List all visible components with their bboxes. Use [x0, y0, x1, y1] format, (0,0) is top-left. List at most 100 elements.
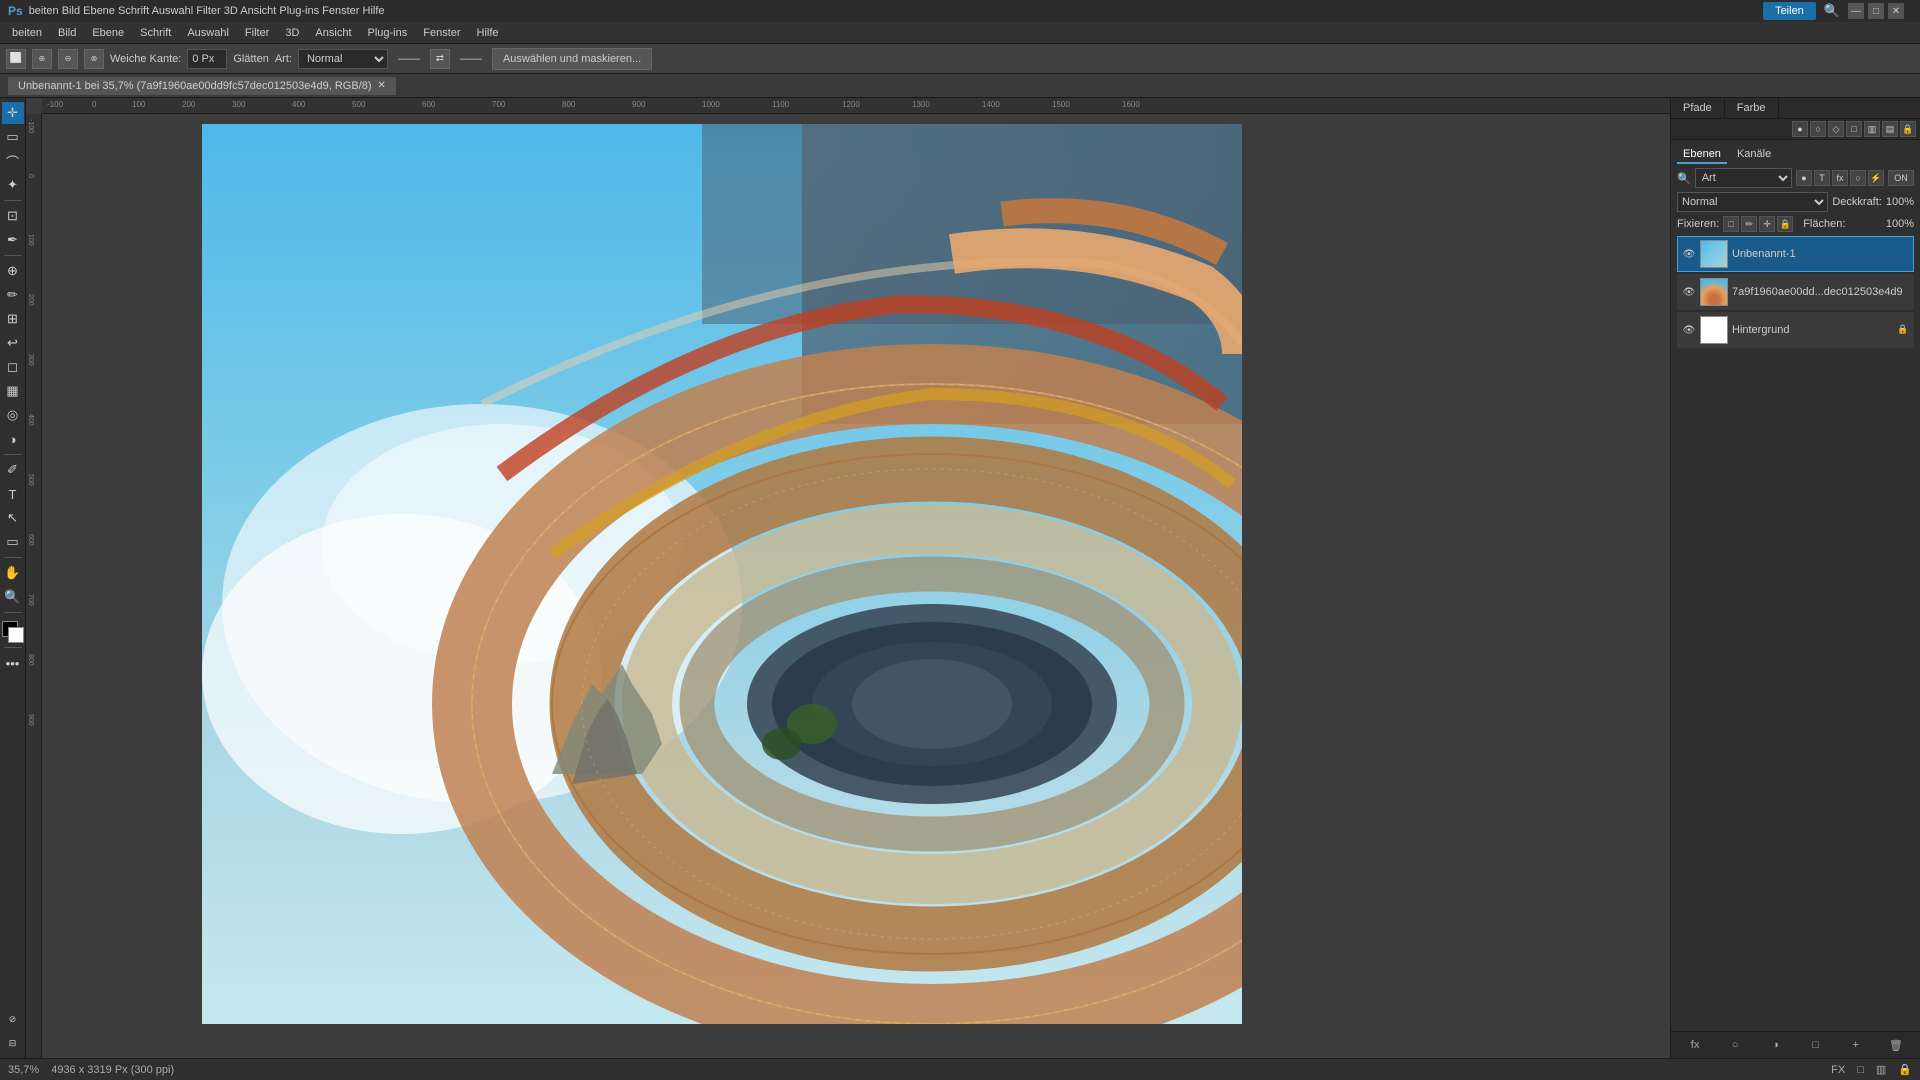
lock-position-icon[interactable]: ✛ — [1759, 216, 1775, 232]
menu-plugins[interactable]: Plug-ins — [360, 25, 416, 41]
search-icon[interactable]: 🔍 — [1824, 3, 1840, 19]
lock-row: Fixieren: □ ✏ ✛ 🔒 Flächen: 100% — [1677, 216, 1914, 232]
panel-icon-mask[interactable]: ▤ — [1882, 121, 1898, 137]
topbar-right: Teilen 🔍 — □ ✕ — [1763, 2, 1912, 20]
menu-3d[interactable]: 3D — [277, 25, 307, 41]
tool-text[interactable]: T — [2, 483, 24, 505]
close-button[interactable]: ✕ — [1888, 3, 1904, 19]
menu-filter[interactable]: Filter — [237, 25, 277, 41]
panel-icon-square[interactable]: □ — [1846, 121, 1862, 137]
status-icon-fx[interactable]: FX — [1831, 1064, 1845, 1076]
menu-auswahl[interactable]: Auswahl — [179, 25, 237, 41]
share-button[interactable]: Teilen — [1763, 2, 1816, 20]
filter-icon-2[interactable]: T — [1814, 170, 1830, 186]
tool-more[interactable]: ••• — [2, 652, 24, 674]
panel-icon-circle-filled[interactable]: ● — [1792, 121, 1808, 137]
tool-select-rect[interactable]: ▭ — [2, 126, 24, 148]
tab-kanaele[interactable]: Kanäle — [1731, 146, 1777, 164]
filter-icon-5[interactable]: ⚡ — [1868, 170, 1884, 186]
maximize-button[interactable]: □ — [1868, 3, 1884, 19]
tool-move[interactable]: ✛ — [2, 102, 24, 124]
layer-adjustment-button[interactable]: ◑ — [1766, 1036, 1784, 1054]
layer-mask-button[interactable]: ○ — [1726, 1036, 1744, 1054]
canvas-svg — [202, 124, 1242, 1024]
layer-visibility-1[interactable]: 👁 — [1682, 285, 1696, 299]
select-mask-button[interactable]: Auswählen und maskieren... — [492, 48, 652, 70]
tool-eyedropper[interactable]: ✒ — [2, 229, 24, 251]
layer-item-1[interactable]: 👁 7a9f1960ae00dd...dec012503e4d9 — [1677, 274, 1914, 310]
tab-farbe[interactable]: Farbe — [1725, 98, 1779, 118]
tool-clone[interactable]: ⊞ — [2, 308, 24, 330]
feather-input[interactable] — [187, 49, 227, 69]
tool-blur[interactable]: ◎ — [2, 404, 24, 426]
art-select[interactable]: Normal Fest Vom Mittelpunkt — [298, 49, 388, 69]
tool-quickmask[interactable]: ⊘ — [2, 1008, 24, 1030]
tool-heal[interactable]: ⊕ — [2, 260, 24, 282]
status-icon-layer[interactable]: ▥ — [1876, 1063, 1886, 1076]
opacity-label: Deckkraft: — [1832, 196, 1882, 208]
menu-hilfe[interactable]: Hilfe — [469, 25, 507, 41]
layer-visibility-2[interactable]: 👁 — [1682, 323, 1696, 337]
lock-all-icon[interactable]: 🔒 — [1777, 216, 1793, 232]
glatter-label: Glätten — [233, 53, 268, 65]
tab-pfade[interactable]: Pfade — [1671, 98, 1725, 118]
menu-ebene[interactable]: Ebene — [84, 25, 132, 41]
tool-shape[interactable]: ▭ — [2, 531, 24, 553]
filter-toggle[interactable]: ON — [1888, 170, 1914, 186]
layer-item-2[interactable]: 👁 Hintergrund 🔒 — [1677, 312, 1914, 348]
tool-dodge[interactable]: ◑ — [2, 428, 24, 450]
layers-filter-row: 🔍 Art ● T fx ○ ⚡ ON — [1677, 168, 1914, 188]
tool-hand[interactable]: ✋ — [2, 562, 24, 584]
tab-close-icon[interactable]: ✕ — [378, 80, 386, 91]
tool-crop[interactable]: ⊡ — [2, 205, 24, 227]
menu-fenster[interactable]: Fenster — [415, 25, 468, 41]
tool-eraser[interactable]: ◻ — [2, 356, 24, 378]
tool-brush[interactable]: ✏ — [2, 284, 24, 306]
app-title: Ps beiten Bild Ebene Schrift Auswahl Fil… — [8, 4, 385, 18]
filter-icon-4[interactable]: ○ — [1850, 170, 1866, 186]
panel-icon-circle[interactable]: ○ — [1810, 121, 1826, 137]
menu-bearbeiten[interactable]: beiten — [4, 25, 50, 41]
tab-ebenen[interactable]: Ebenen — [1677, 146, 1727, 164]
filter-icon-1[interactable]: ● — [1796, 170, 1812, 186]
tool-zoom[interactable]: 🔍 — [2, 586, 24, 608]
tool-quick-select[interactable]: ✦ — [2, 174, 24, 196]
blend-mode-select[interactable]: Normal Auflösen Abdunkeln Multiplizieren — [1677, 192, 1828, 212]
tool-pen[interactable]: ✐ — [2, 459, 24, 481]
document-tab[interactable]: Unbenannt-1 bei 35,7% (7a9f1960ae00dd9fc… — [8, 77, 396, 95]
menubar: beiten Bild Ebene Schrift Auswahl Filter… — [0, 22, 1920, 44]
background-color[interactable] — [8, 627, 24, 643]
toolbar-separator-2 — [4, 255, 22, 256]
panel-icon-diamond[interactable]: ◇ — [1828, 121, 1844, 137]
minimize-button[interactable]: — — [1848, 3, 1864, 19]
tool-path-select[interactable]: ↖ — [2, 507, 24, 529]
panel-icon-lock[interactable]: 🔒 — [1900, 121, 1916, 137]
layer-group-button[interactable]: □ — [1807, 1036, 1825, 1054]
layer-delete-button[interactable]: 🗑 — [1887, 1036, 1905, 1054]
filter-icon-3[interactable]: fx — [1832, 170, 1848, 186]
layer-filter-select[interactable]: Art — [1695, 168, 1792, 188]
layer-new-button[interactable]: + — [1847, 1036, 1865, 1054]
lock-pixel-icon[interactable]: ✏ — [1741, 216, 1757, 232]
status-icon-lock[interactable]: 🔒 — [1898, 1063, 1912, 1076]
filter-icon: 🔍 — [1677, 172, 1691, 185]
menu-bild[interactable]: Bild — [50, 25, 84, 41]
panel-icon-layer-fx[interactable]: ▥ — [1864, 121, 1880, 137]
tool-screen-mode[interactable]: ⊟ — [2, 1032, 24, 1054]
layer-visibility-0[interactable]: 👁 — [1682, 247, 1696, 261]
layer-fx-button[interactable]: fx — [1686, 1036, 1704, 1054]
aspect-icon[interactable]: ⇄ — [430, 49, 450, 69]
status-icon-artboard[interactable]: □ — [1857, 1064, 1864, 1076]
flachen-value: 100% — [1886, 218, 1914, 230]
layer-item-0[interactable]: 👁 Unbenannt-1 — [1677, 236, 1914, 272]
tool-history[interactable]: ↩ — [2, 332, 24, 354]
tool-gradient[interactable]: ▦ — [2, 380, 24, 402]
layer-name-2: Hintergrund — [1732, 324, 1893, 336]
lock-transparent-icon[interactable]: □ — [1723, 216, 1739, 232]
menu-ansicht[interactable]: Ansicht — [307, 25, 359, 41]
layer-filter-icons: ● T fx ○ ⚡ — [1796, 170, 1884, 186]
tool-lasso[interactable]: ⌒ — [2, 150, 24, 172]
color-swatches[interactable] — [2, 621, 24, 643]
menu-schrift[interactable]: Schrift — [132, 25, 179, 41]
ruler-horizontal: -100 0 100 200 300 400 500 600 700 800 9… — [42, 98, 1670, 114]
